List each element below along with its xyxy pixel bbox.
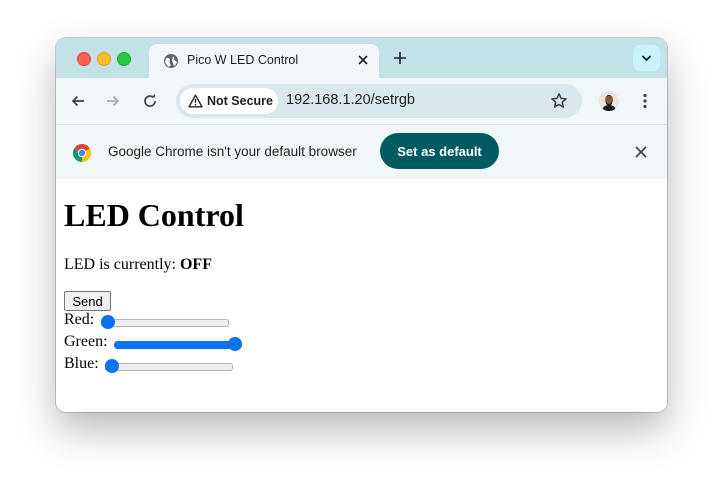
tab-active[interactable]: Pico W LED Control — [149, 44, 379, 78]
plus-icon[interactable] — [392, 50, 408, 66]
close-window-button[interactable] — [77, 52, 91, 66]
set-as-default-button[interactable]: Set as default — [380, 133, 499, 169]
blue-slider[interactable] — [105, 359, 233, 373]
page-content: LED Control LED is currently: OFF Send R… — [56, 179, 667, 412]
toolbar: Not Secure 192.168.1.20/setrgb — [56, 78, 667, 124]
warning-icon — [188, 94, 203, 108]
browser-window: Pico W LED Control Not Secure 192.168.1.… — [56, 38, 667, 412]
slider-fill — [114, 341, 235, 349]
slider-label-blue: Blue: — [64, 355, 99, 372]
slider-thumb[interactable] — [101, 315, 115, 329]
tab-strip: Pico W LED Control — [56, 38, 667, 78]
page-title: LED Control — [64, 197, 244, 233]
slider-thumb[interactable] — [105, 359, 119, 373]
globe-icon — [164, 54, 178, 68]
slider-label-green: Green: — [64, 333, 108, 350]
chrome-logo-icon — [73, 144, 91, 162]
tab-search-button[interactable] — [633, 45, 660, 71]
url-text[interactable]: 192.168.1.20/setrgb — [286, 92, 415, 108]
reload-icon[interactable] — [141, 92, 159, 110]
green-slider[interactable] — [114, 337, 242, 351]
infobar-message: Google Chrome isn't your default browser — [108, 144, 357, 159]
tab-title: Pico W LED Control — [187, 53, 299, 67]
default-browser-infobar: Google Chrome isn't your default browser… — [56, 124, 667, 180]
security-chip[interactable]: Not Secure — [180, 88, 278, 114]
minimize-window-button[interactable] — [97, 52, 111, 66]
close-icon[interactable] — [634, 145, 648, 159]
led-status: LED is currently: OFF — [64, 256, 212, 274]
slider-label-red: Red: — [64, 311, 95, 328]
bookmark-star-icon[interactable] — [550, 92, 568, 110]
red-slider[interactable] — [101, 315, 229, 329]
forward-arrow-icon[interactable] — [104, 92, 122, 110]
address-bar[interactable]: Not Secure 192.168.1.20/setrgb — [176, 84, 582, 118]
status-prefix: LED is currently: — [64, 256, 176, 273]
profile-avatar[interactable] — [599, 91, 619, 111]
close-icon[interactable] — [356, 53, 370, 67]
maximize-window-button[interactable] — [117, 52, 131, 66]
status-value: OFF — [179, 256, 212, 273]
more-menu-icon[interactable] — [636, 92, 654, 110]
chevron-down-icon — [641, 55, 652, 62]
back-arrow-icon[interactable] — [69, 92, 87, 110]
send-button[interactable]: Send — [64, 291, 111, 311]
profile-picture-icon — [599, 91, 619, 111]
slider-thumb[interactable] — [228, 337, 242, 351]
security-label: Not Secure — [207, 94, 273, 108]
